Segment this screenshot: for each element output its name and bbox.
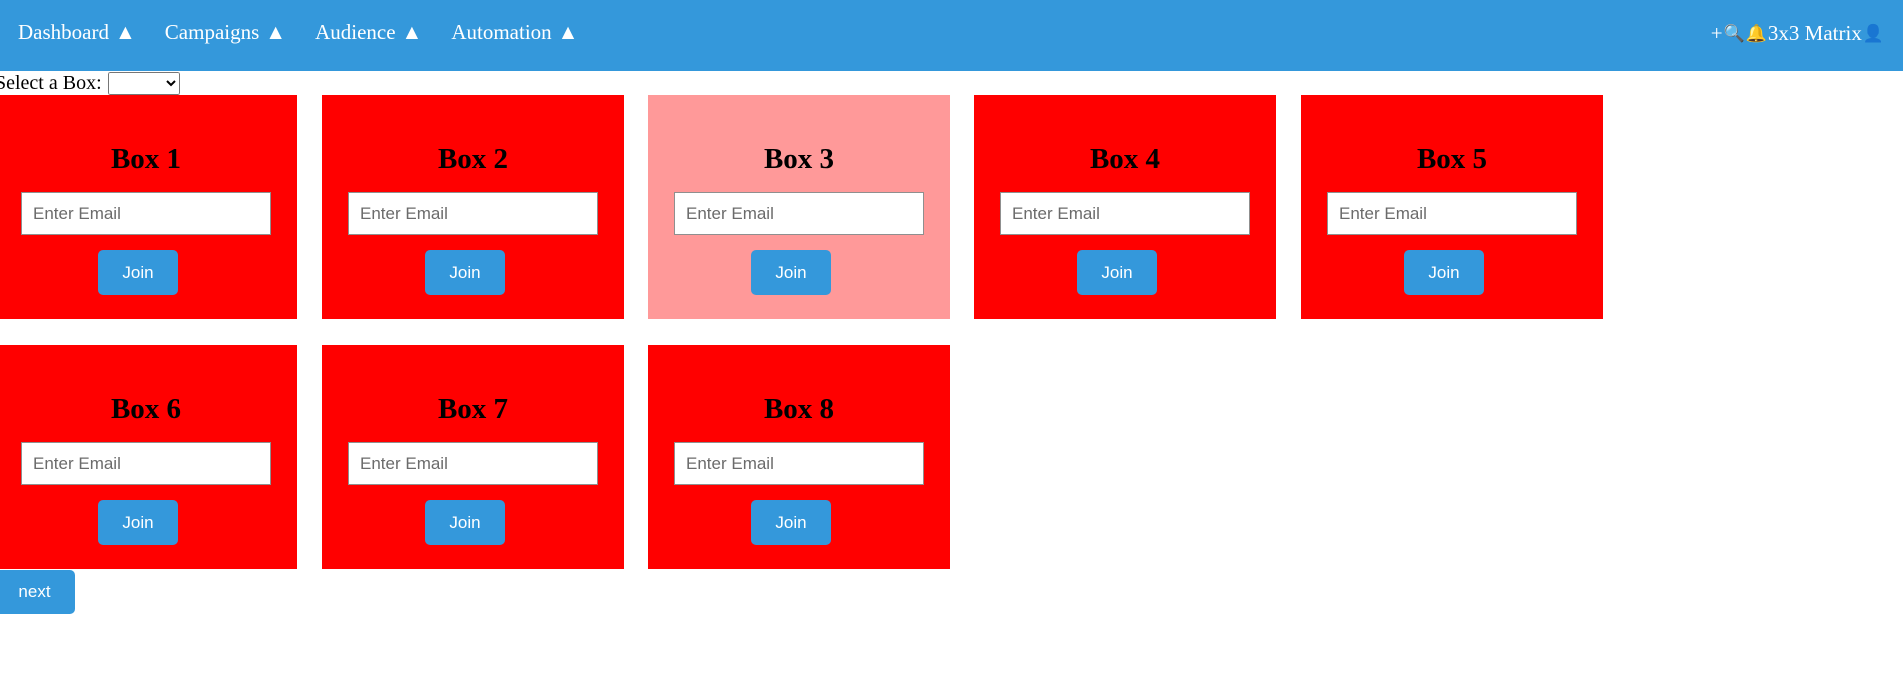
email-field[interactable] xyxy=(1000,192,1250,235)
nav-item-label: Campaigns xyxy=(164,20,260,44)
join-button[interactable]: Join xyxy=(98,500,178,545)
join-button[interactable]: Join xyxy=(1077,250,1157,295)
email-field[interactable] xyxy=(348,192,598,235)
box-title: Box 6 xyxy=(110,393,182,425)
box-title: Box 1 xyxy=(110,143,182,175)
box-selector-label: Select a Box: xyxy=(0,72,102,94)
box-title: Box 2 xyxy=(437,143,509,175)
caret-up-icon: ▲ xyxy=(557,20,579,44)
app-title: 3x3 Matrix xyxy=(1767,21,1862,45)
top-navbar: Dashboard ▲ Campaigns ▲ Audience ▲ Automati… xyxy=(0,0,1903,71)
nav-item-label: Automation xyxy=(451,20,552,44)
join-button[interactable]: Join xyxy=(425,250,505,295)
box-card-5: Box 5 Join xyxy=(1301,95,1603,319)
box-card-6: Box 6 Join xyxy=(0,345,297,569)
box-card-8: Box 8 Join xyxy=(648,345,950,569)
email-field[interactable] xyxy=(674,442,924,485)
box-title: Box 5 xyxy=(1416,143,1488,175)
box-title: Box 7 xyxy=(437,393,509,425)
join-button[interactable]: Join xyxy=(751,250,831,295)
email-field[interactable] xyxy=(21,192,271,235)
box-title: Box 3 xyxy=(763,143,835,175)
nav-item-campaigns[interactable]: Campaigns ▲ xyxy=(165,20,286,45)
bell-icon[interactable]: 🔔 xyxy=(1746,24,1767,44)
box-card-4: Box 4 Join xyxy=(974,95,1276,319)
join-button[interactable]: Join xyxy=(425,500,505,545)
caret-up-icon: ▲ xyxy=(265,20,287,44)
box-card-7: Box 7 Join xyxy=(322,345,624,569)
email-field[interactable] xyxy=(1327,192,1577,235)
user-icon[interactable]: 👤 xyxy=(1863,24,1884,44)
nav-item-label: Audience xyxy=(315,20,396,44)
email-field[interactable] xyxy=(21,442,271,485)
search-icon[interactable]: 🔍 xyxy=(1724,24,1745,44)
join-button[interactable]: Join xyxy=(1404,250,1484,295)
box-title: Box 8 xyxy=(763,393,835,425)
join-button[interactable]: Join xyxy=(751,500,831,545)
box-select-dropdown[interactable] xyxy=(107,72,180,95)
plus-icon[interactable]: + xyxy=(1711,21,1723,46)
main-nav: Dashboard ▲ Campaigns ▲ Audience ▲ Automati… xyxy=(18,20,607,45)
next-button[interactable]: next xyxy=(0,570,75,614)
right-toolbar: + 🔍 🔔 3x3 Matrix 👤 xyxy=(1711,21,1884,46)
nav-item-dashboard[interactable]: Dashboard ▲ xyxy=(18,20,136,45)
box-title: Box 4 xyxy=(1089,143,1161,175)
nav-item-label: Dashboard xyxy=(18,20,109,44)
email-field[interactable] xyxy=(348,442,598,485)
box-selector: Select a Box: xyxy=(0,72,180,95)
email-field[interactable] xyxy=(674,192,924,235)
box-card-2: Box 2 Join xyxy=(322,95,624,319)
nav-item-automation[interactable]: Automation ▲ xyxy=(451,20,578,45)
box-card-1: Box 1 Join xyxy=(0,95,297,319)
caret-up-icon: ▲ xyxy=(114,20,136,44)
join-button[interactable]: Join xyxy=(98,250,178,295)
caret-up-icon: ▲ xyxy=(401,20,423,44)
nav-item-audience[interactable]: Audience ▲ xyxy=(315,20,422,45)
box-card-3: Box 3 Join xyxy=(648,95,950,319)
